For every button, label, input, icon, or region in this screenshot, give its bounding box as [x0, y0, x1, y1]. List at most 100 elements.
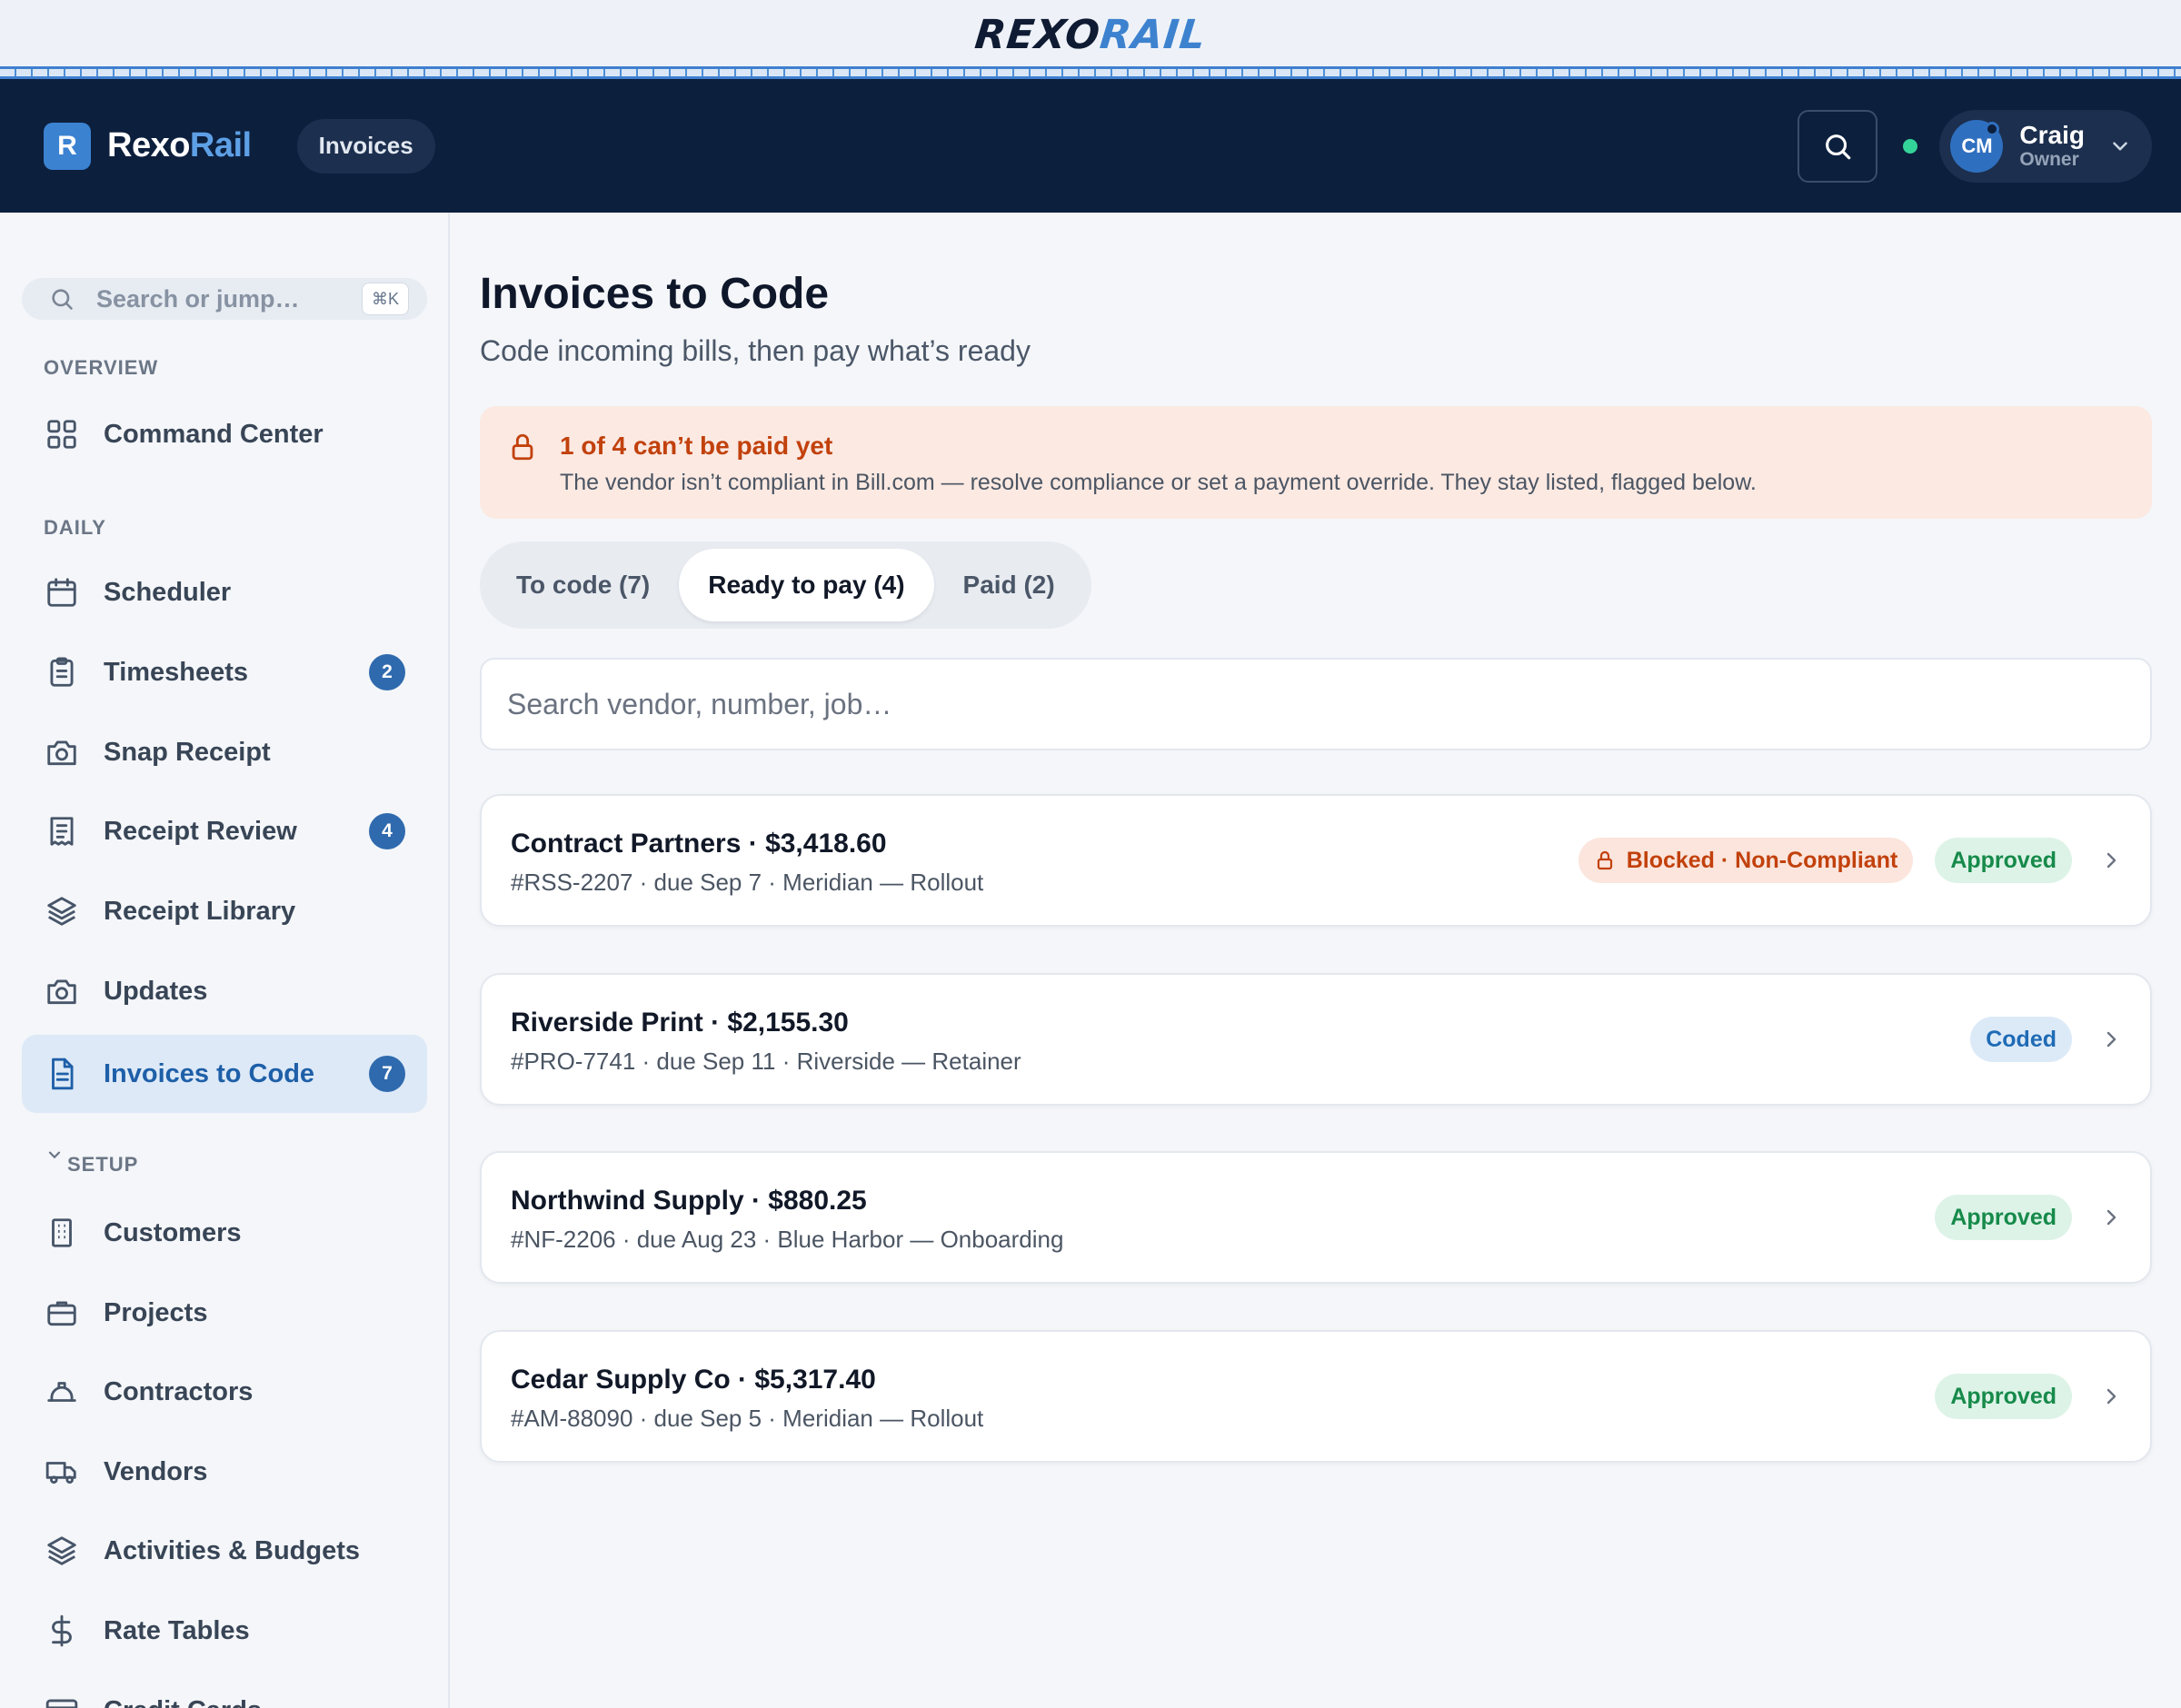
layers-icon [44, 893, 80, 929]
sidebar-item-label: Receipt Library [104, 896, 296, 926]
sidebar-item-label: Rate Tables [104, 1615, 250, 1645]
sidebar-item-scheduler[interactable]: Scheduler [22, 553, 427, 631]
chevron-right-icon [2099, 1204, 2123, 1231]
clipboard-icon [44, 654, 80, 690]
brand-strip: REXORAIL [0, 0, 2181, 69]
sidebar: Search or jump… ⌘K OVERVIEW Command Cent… [0, 213, 450, 1708]
search-icon [1826, 134, 1851, 159]
chevron-down-icon [48, 1151, 61, 1159]
tab-paid[interactable]: Paid (2) [934, 549, 1084, 621]
count-badge: 2 [369, 654, 405, 690]
dollar-icon [44, 1613, 80, 1649]
status-badge: Approved [1935, 1195, 2072, 1240]
sidebar-item-label: Receipt Review [104, 816, 297, 846]
sidebar-item-label: Vendors [104, 1456, 208, 1486]
sidebar-item-label: Command Center [104, 419, 324, 449]
credit-card-icon [44, 1693, 80, 1708]
invoice-title: Contract Partners · $3,418.60 [511, 829, 887, 859]
sidebar-search-placeholder: Search or jump… [96, 284, 300, 313]
status-badge: Approved [1935, 838, 2072, 883]
status-badge: Approved [1935, 1374, 2072, 1419]
status-tabs: To code (7) Ready to pay (4) Paid (2) [480, 541, 1091, 629]
sidebar-item-snap-receipt[interactable]: Snap Receipt [22, 713, 427, 791]
sidebar-item-receipt-library[interactable]: Receipt Library [22, 872, 427, 950]
app-logo-icon[interactable]: R [44, 122, 91, 170]
hard-hat-icon [44, 1374, 80, 1410]
blocked-badge: Blocked · Non-Compliant [1578, 838, 1914, 883]
chevron-right-icon [2099, 847, 2123, 874]
invoice-meta: #RSS-2207 · due Sep 7 · Meridian — Rollo… [511, 869, 984, 896]
invoice-title: Cedar Supply Co · $5,317.40 [511, 1365, 876, 1395]
sidebar-item-label: Timesheets [104, 657, 249, 687]
page-title: Invoices to Code [480, 270, 830, 318]
user-role: Owner [2019, 149, 2079, 170]
compliance-alert: 1 of 4 can’t be paid yet The vendor isn’… [480, 406, 2152, 519]
page-subtitle: Code incoming bills, then pay what’s rea… [480, 334, 1031, 367]
briefcase-icon [44, 1295, 80, 1331]
invoice-card[interactable]: Contract Partners · $3,418.60 #RSS-2207 … [480, 794, 2152, 927]
lock-icon [1597, 850, 1612, 870]
sidebar-item-activities-budgets[interactable]: Activities & Budgets [22, 1512, 427, 1590]
count-badge: 7 [369, 1056, 405, 1092]
sidebar-item-projects[interactable]: Projects [22, 1274, 427, 1352]
invoice-title: Riverside Print · $2,155.30 [511, 1008, 849, 1038]
section-label-overview: OVERVIEW [44, 356, 159, 379]
status-badge: Coded [1970, 1017, 2072, 1062]
invoice-meta: #NF-2206 · due Aug 23 · Blue Harbor — On… [511, 1226, 1064, 1253]
alert-title: 1 of 4 can’t be paid yet [560, 432, 833, 460]
keyboard-shortcut-hint: ⌘K [361, 283, 409, 315]
building-icon [44, 1215, 80, 1251]
sidebar-item-credit-cards[interactable]: Credit Cards [22, 1672, 427, 1708]
invoice-meta: #PRO-7741 · due Sep 11 · Riverside — Ret… [511, 1048, 1021, 1075]
section-label-setup[interactable]: SETUP [45, 1151, 138, 1177]
chevron-down-icon [2113, 141, 2127, 151]
section-label-daily: DAILY [44, 516, 106, 539]
file-text-icon [44, 1056, 80, 1092]
sidebar-search[interactable]: Search or jump… ⌘K [22, 278, 427, 320]
receipt-icon [44, 813, 80, 849]
invoice-card[interactable]: Northwind Supply · $880.25 #NF-2206 · du… [480, 1151, 2152, 1284]
app-logo-text[interactable]: RexoRail [107, 126, 252, 165]
invoice-search-input[interactable] [507, 687, 2150, 721]
avatar: CM [1950, 119, 2004, 173]
invoice-card[interactable]: Riverside Print · $2,155.30 #PRO-7741 · … [480, 973, 2152, 1106]
camera-icon [44, 734, 80, 770]
truck-icon [44, 1454, 80, 1490]
sidebar-item-timesheets[interactable]: Timesheets 2 [22, 633, 427, 711]
search-icon [52, 289, 73, 310]
sidebar-item-label: Updates [104, 976, 208, 1006]
top-navbar: R RexoRail Invoices CM Craig Owner [0, 79, 2181, 213]
rail-divider [0, 66, 2181, 79]
invoice-title: Northwind Supply · $880.25 [511, 1186, 867, 1216]
sidebar-item-label: Snap Receipt [104, 737, 271, 767]
layers-icon [44, 1533, 80, 1569]
camera-icon [44, 973, 80, 1009]
sidebar-item-rate-tables[interactable]: Rate Tables [22, 1592, 427, 1670]
count-badge: 4 [369, 813, 405, 849]
alert-body: The vendor isn’t compliant in Bill.com —… [560, 470, 1757, 495]
sidebar-item-contractors[interactable]: Contractors [22, 1353, 427, 1431]
invoice-card[interactable]: Cedar Supply Co · $5,317.40 #AM-88090 · … [480, 1330, 2152, 1463]
current-section-chip[interactable]: Invoices [296, 118, 435, 174]
sidebar-item-invoices-to-code[interactable]: Invoices to Code 7 [22, 1035, 427, 1113]
sidebar-item-label: Activities & Budgets [104, 1535, 360, 1565]
sidebar-item-updates[interactable]: Updates [22, 952, 427, 1030]
invoice-meta: #AM-88090 · due Sep 5 · Meridian — Rollo… [511, 1405, 984, 1432]
online-status-dot [1903, 138, 1918, 154]
presence-indicator [1985, 121, 2000, 136]
user-name: Craig [2019, 121, 2085, 149]
sidebar-item-label: Invoices to Code [104, 1058, 315, 1088]
tab-ready-to-pay[interactable]: Ready to pay (4) [679, 549, 934, 621]
sidebar-item-label: Projects [104, 1297, 208, 1327]
tab-to-code[interactable]: To code (7) [487, 549, 679, 621]
sidebar-item-command-center[interactable]: Command Center [22, 395, 427, 473]
global-search-button[interactable] [1798, 109, 1878, 183]
chevron-right-icon [2099, 1383, 2123, 1410]
user-menu[interactable]: CM Craig Owner [1939, 109, 2152, 183]
sidebar-item-label: Customers [104, 1217, 242, 1247]
sidebar-item-vendors[interactable]: Vendors [22, 1433, 427, 1511]
sidebar-item-receipt-review[interactable]: Receipt Review 4 [22, 792, 427, 870]
sidebar-item-customers[interactable]: Customers [22, 1194, 427, 1272]
chevron-right-icon [2099, 1026, 2123, 1053]
calendar-icon [44, 574, 80, 611]
